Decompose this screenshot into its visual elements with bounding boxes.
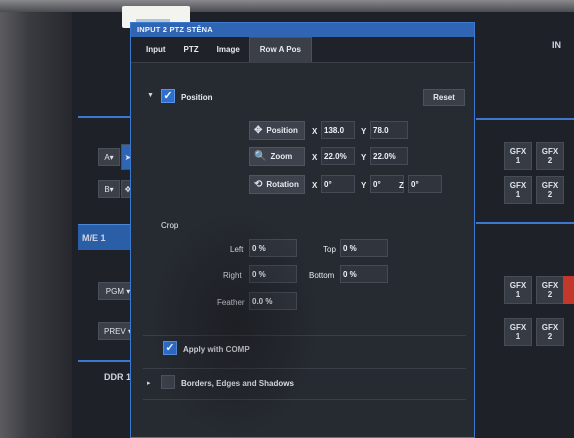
gfx-1-tile[interactable]: GFX 1 xyxy=(504,318,532,346)
rotation-z-field[interactable]: 0° xyxy=(408,175,442,193)
tab-ptz[interactable]: PTZ xyxy=(175,45,208,62)
gfx-number: 1 xyxy=(515,190,521,199)
input-label: IN xyxy=(552,40,561,50)
axis-y-label: Y xyxy=(361,127,367,136)
gfx-1-tile[interactable]: GFX 1 xyxy=(504,276,532,304)
crop-left-field[interactable]: 0 % xyxy=(249,239,297,257)
row-a-selector[interactable]: A▾ xyxy=(98,148,120,166)
gfx-number: 2 xyxy=(547,156,553,165)
rotation-button[interactable]: ⟲ Rotation xyxy=(249,175,305,194)
crop-right-label: Right xyxy=(223,271,242,280)
tab-row-a-pos[interactable]: Row A Pos xyxy=(248,37,312,62)
gfx-label: GFX xyxy=(509,181,527,190)
crop-top-field[interactable]: 0 % xyxy=(340,239,388,257)
gfx-label: GFX xyxy=(541,181,559,190)
gfx-label: GFX xyxy=(541,147,559,156)
gfx-label: GFX xyxy=(509,323,527,332)
gfx-2-tile[interactable]: GFX 2 xyxy=(536,142,564,170)
axis-x-label: X xyxy=(312,181,318,190)
pgm-label: PGM ▾ xyxy=(105,286,131,296)
position-section-label: Position xyxy=(181,93,213,102)
gfx-number: 1 xyxy=(515,156,521,165)
me-1-bar[interactable]: M/E 1 xyxy=(78,224,138,250)
crop-label: Crop xyxy=(161,221,179,230)
reset-button[interactable]: Reset xyxy=(423,89,465,106)
gfx-1-tile[interactable]: GFX 1 xyxy=(504,142,532,170)
feather-field[interactable]: 0.0 % xyxy=(249,292,297,310)
rotation-x-field[interactable]: 0° xyxy=(321,175,355,193)
position-checkbox[interactable]: ✓ xyxy=(161,89,175,103)
rotation-button-label: Rotation xyxy=(266,180,299,189)
gfx-2-tile[interactable]: GFX 2 xyxy=(536,176,564,204)
gfx-number: 2 xyxy=(547,190,553,199)
dialog-title: INPUT 2 PTZ STĚNA xyxy=(131,23,474,37)
position-x-field[interactable]: 138.0 xyxy=(321,121,355,139)
gfx-label: GFX xyxy=(541,323,559,332)
gfx-number: 1 xyxy=(515,290,521,299)
apply-with-comp-checkbox[interactable]: ✓ xyxy=(163,341,177,355)
axis-y-label: Y xyxy=(361,153,367,162)
gfx-2-tile[interactable]: GFX 2 xyxy=(536,276,564,304)
rotate-icon: ⟲ xyxy=(254,179,263,190)
zoom-button-label: Zoom xyxy=(270,152,293,161)
crop-left-label: Left xyxy=(230,245,244,254)
axis-y-label: Y xyxy=(361,181,367,190)
monitor-bezel-top xyxy=(0,0,574,12)
ddr-border xyxy=(78,360,138,362)
apply-with-comp-label: Apply with COMP xyxy=(183,345,250,354)
axis-x-label: X xyxy=(312,127,318,136)
feather-label: Feather xyxy=(217,298,245,307)
position-button[interactable]: ✥ Position xyxy=(249,121,305,140)
gfx-label: GFX xyxy=(509,147,527,156)
position-button-label: Position xyxy=(266,126,298,135)
axis-x-label: X xyxy=(312,153,318,162)
gfx-border-mid xyxy=(476,222,574,224)
tab-image[interactable]: Image xyxy=(208,45,249,62)
zoom-button[interactable]: 🔍 Zoom xyxy=(249,147,305,166)
move-icon: ✥ xyxy=(254,125,263,136)
gfx-border-top xyxy=(476,118,574,120)
panel-border xyxy=(78,116,138,118)
row-a-label: A▾ xyxy=(104,152,114,162)
gfx-tile-live[interactable] xyxy=(563,276,574,304)
row-b-label: B▾ xyxy=(104,184,114,194)
zoom-icon: 🔍 xyxy=(254,151,267,162)
checkmark-icon: ✓ xyxy=(165,341,175,354)
checkmark-icon: ✓ xyxy=(163,89,173,102)
borders-checkbox[interactable] xyxy=(161,375,175,389)
position-y-field[interactable]: 78.0 xyxy=(370,121,408,139)
borders-section-label: Borders, Edges and Shadows xyxy=(181,379,294,388)
zoom-y-field[interactable]: 22.0% xyxy=(370,147,408,165)
expand-caret-icon[interactable]: ▸ xyxy=(147,379,151,387)
me-1-label: M/E 1 xyxy=(82,233,106,243)
section-divider xyxy=(143,335,466,336)
axis-z-label: Z xyxy=(399,181,404,190)
tab-input[interactable]: Input xyxy=(137,45,175,62)
zoom-x-field[interactable]: 22.0% xyxy=(321,147,355,165)
gfx-1-tile[interactable]: GFX 1 xyxy=(504,176,532,204)
crop-top-label: Top xyxy=(323,245,336,254)
tab-bar: Input PTZ Image Row A Pos xyxy=(131,37,474,63)
crop-bottom-field[interactable]: 0 % xyxy=(340,265,388,283)
gfx-number: 1 xyxy=(515,332,521,341)
crop-bottom-label: Bottom xyxy=(309,271,335,280)
input-settings-dialog: INPUT 2 PTZ STĚNA Input PTZ Image Row A … xyxy=(130,22,475,438)
ddr-1-label: DDR 1 xyxy=(104,372,132,382)
collapse-caret-icon[interactable]: ▼ xyxy=(147,92,154,99)
row-b-selector[interactable]: B▾ xyxy=(98,180,120,198)
gfx-number: 2 xyxy=(547,290,553,299)
prev-label: PREV ▾ xyxy=(103,326,133,336)
monitor-bezel-left xyxy=(0,0,72,438)
gfx-label: GFX xyxy=(541,281,559,290)
gfx-2-tile[interactable]: GFX 2 xyxy=(536,318,564,346)
section-divider xyxy=(143,399,466,400)
crop-right-field[interactable]: 0 % xyxy=(249,265,297,283)
gfx-number: 2 xyxy=(547,332,553,341)
section-divider xyxy=(143,368,466,369)
gfx-label: GFX xyxy=(509,281,527,290)
